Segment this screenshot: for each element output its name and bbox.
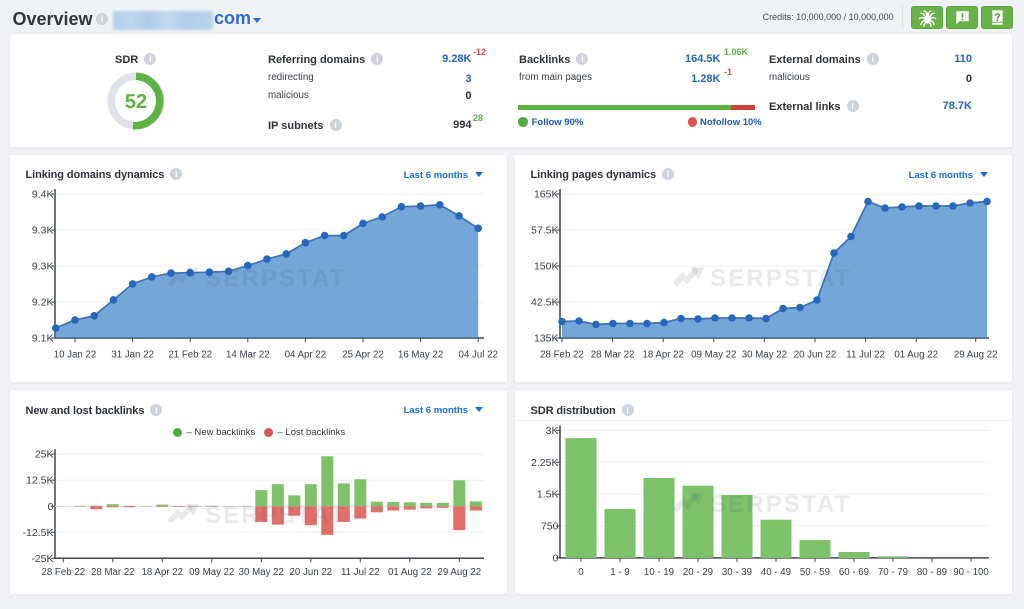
svg-text:150K: 150K [534,261,559,273]
svg-text:SERPSTAT: SERPSTAT [205,265,346,292]
svg-text:30 May 22: 30 May 22 [742,350,787,361]
svg-text:52: 52 [124,91,146,113]
svg-text:SERPSTAT: SERPSTAT [205,502,346,529]
svg-text:28 Mar 22: 28 Mar 22 [591,350,635,361]
svg-text:04 Apr 22: 04 Apr 22 [285,350,326,361]
svg-text:21 Feb 22: 21 Feb 22 [168,350,212,361]
svg-text:1.5K: 1.5K [537,489,559,501]
svg-text:10 Jan 22: 10 Jan 22 [54,350,97,361]
svg-text:9.2K: 9.2K [32,297,54,309]
svg-text:12.5K: 12.5K [26,475,53,487]
svg-text:SERPSTAT: SERPSTAT [710,265,851,292]
svg-text:18 Apr 22: 18 Apr 22 [642,350,683,361]
svg-text:750: 750 [541,521,559,533]
svg-text:50 - 59: 50 - 59 [800,567,830,578]
svg-text:20 - 29: 20 - 29 [683,567,713,578]
svg-text:60 - 69: 60 - 69 [839,567,869,578]
svg-text:30 May 22: 30 May 22 [239,567,284,578]
svg-text:0: 0 [578,567,584,578]
svg-text:01 Aug 22: 01 Aug 22 [388,567,432,578]
svg-text:2.25K: 2.25K [531,457,558,469]
svg-text:31 Jan 22: 31 Jan 22 [111,350,154,361]
svg-text:29 Aug 22: 29 Aug 22 [954,350,998,361]
svg-text:25K: 25K [35,449,54,461]
svg-text:40 - 49: 40 - 49 [761,567,791,578]
svg-text:80 - 89: 80 - 89 [917,567,947,578]
svg-text:9.1K: 9.1K [32,333,54,345]
svg-text:18 Apr 22: 18 Apr 22 [142,567,183,578]
svg-text:29 Aug 22: 29 Aug 22 [437,567,481,578]
svg-text:11 Jul 22: 11 Jul 22 [341,567,380,578]
svg-text:135K: 135K [534,333,559,345]
svg-text:1 - 9: 1 - 9 [610,567,629,578]
svg-text:42.5K: 42.5K [531,297,558,309]
svg-text:01 Aug 22: 01 Aug 22 [894,350,938,361]
svg-text:0: 0 [553,552,559,564]
svg-text:28 Feb 22: 28 Feb 22 [41,567,85,578]
svg-text:20 Jun 22: 20 Jun 22 [794,350,837,361]
svg-text:165K: 165K [534,189,559,201]
svg-text:28 Feb 22: 28 Feb 22 [540,350,584,361]
svg-text:30 - 39: 30 - 39 [722,567,752,578]
svg-text:28 Mar 22: 28 Mar 22 [91,567,135,578]
svg-text:9.3K: 9.3K [32,225,54,237]
svg-text:04 Jul 22: 04 Jul 22 [459,350,498,361]
svg-text:57.5K: 57.5K [531,225,558,237]
svg-text:16 May 22: 16 May 22 [398,350,443,361]
svg-text:09 May 22: 09 May 22 [691,350,736,361]
svg-text:9.3K: 9.3K [32,261,54,273]
svg-text:20 Jun 22: 20 Jun 22 [290,567,333,578]
svg-text:25 Apr 22: 25 Apr 22 [342,350,383,361]
svg-text:70 - 79: 70 - 79 [878,567,908,578]
svg-text:90 - 100: 90 - 100 [953,567,989,578]
svg-text:-25K: -25K [31,553,53,565]
svg-text:10 - 19: 10 - 19 [644,567,674,578]
svg-text:9.4K: 9.4K [32,189,54,201]
svg-text:-12.5K: -12.5K [23,527,54,539]
svg-text:09 May 22: 09 May 22 [189,567,234,578]
svg-text:11 Jul 22: 11 Jul 22 [846,350,885,361]
svg-text:SERPSTAT: SERPSTAT [710,491,851,518]
svg-text:14 Mar 22: 14 Mar 22 [226,350,270,361]
